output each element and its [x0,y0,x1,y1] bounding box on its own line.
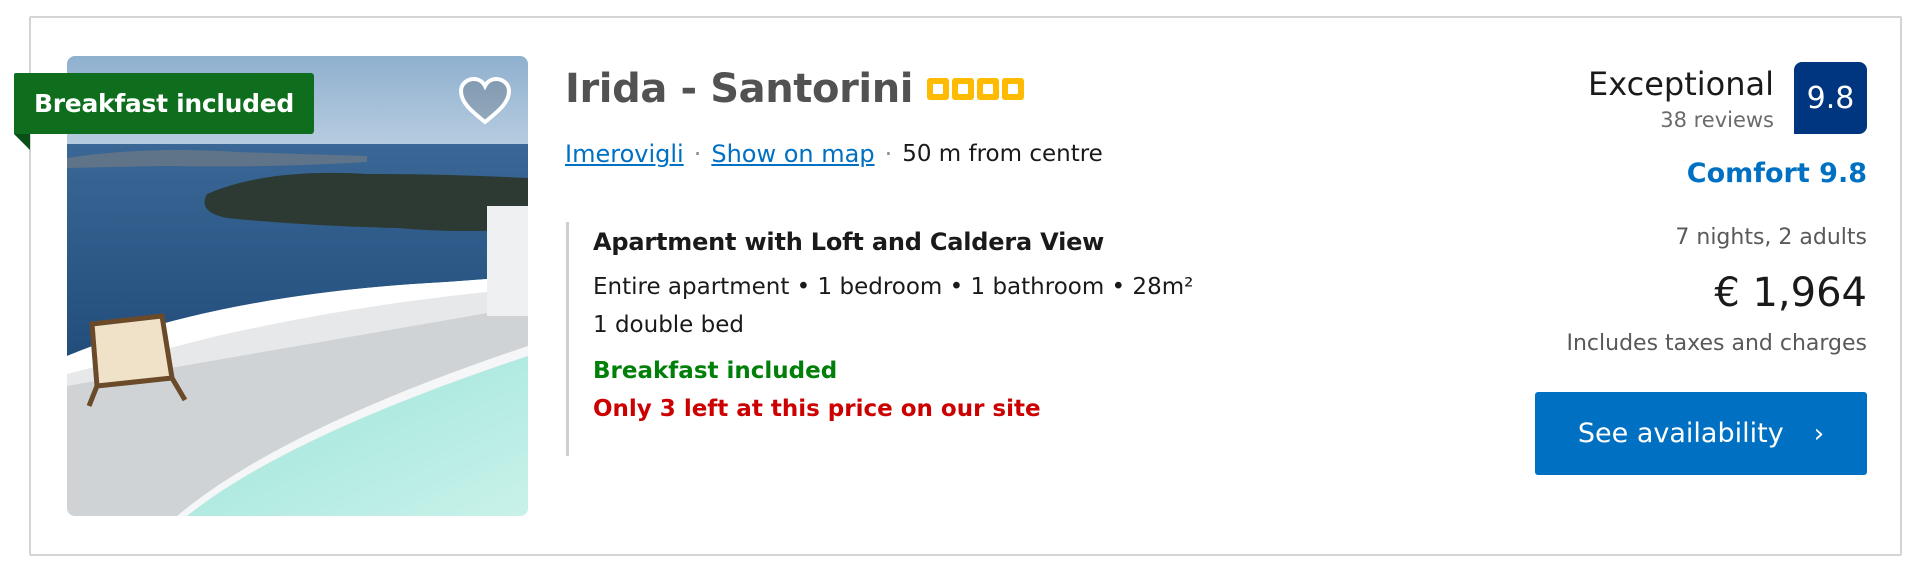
location-row: Imerovigli · Show on map · 50 m from cen… [565,140,1103,168]
separator-dot: · [693,140,702,168]
comfort-score: Comfort 9.8 [1686,158,1867,189]
taxes-note: Includes taxes and charges [1566,331,1867,356]
title-row: Irida - Santorini [565,66,1025,112]
room-facts: Entire apartment • 1 bedroom • 1 bathroo… [593,274,1194,300]
room-bed: 1 double bed [593,312,744,338]
chevron-right-icon: › [1813,418,1825,449]
separator-dot: · [884,140,893,168]
see-availability-label: See availability [1577,418,1784,449]
review-summary[interactable]: Exceptional 38 reviews 9.8 [1588,62,1867,134]
review-score-badge: 9.8 [1794,62,1867,134]
heart-icon[interactable] [457,73,513,129]
breakfast-ribbon: Breakfast included [14,73,315,134]
room-details: Apartment with Loft and Caldera View Ent… [566,222,1193,456]
total-price: € 1,964 [1714,270,1867,316]
review-count: 38 reviews [1660,108,1774,132]
stay-summary: 7 nights, 2 adults [1675,225,1867,250]
meal-plan: Breakfast included [593,358,838,384]
hotel-name-link[interactable]: Irida - Santorini [565,66,914,112]
see-availability-button[interactable]: See availability › [1535,392,1867,475]
star-box-icon [1002,78,1025,100]
star-box-icon [977,78,1000,100]
review-word: Exceptional [1588,65,1774,103]
star-box-icon [927,78,950,100]
location-link[interactable]: Imerovigli [565,140,684,168]
scarcity-message: Only 3 left at this price on our site [593,396,1041,422]
room-title: Apartment with Loft and Caldera View [593,228,1105,256]
show-on-map-link[interactable]: Show on map [711,140,874,168]
star-rating [927,78,1025,100]
distance-text: 50 m from centre [902,141,1103,167]
star-box-icon [952,78,975,100]
ribbon-fold [14,134,30,150]
